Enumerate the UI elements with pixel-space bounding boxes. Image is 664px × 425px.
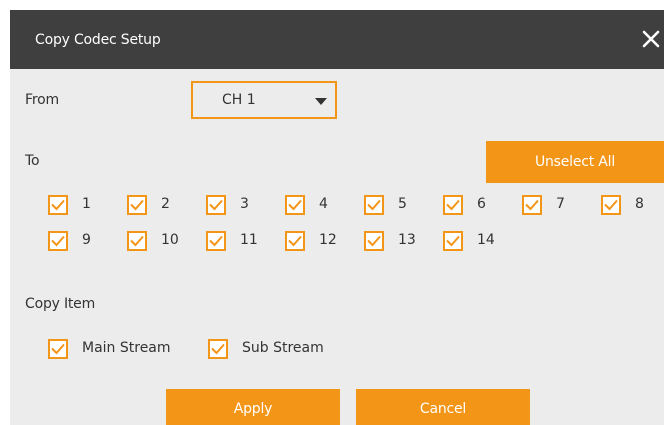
checkmark-icon	[446, 199, 460, 211]
channel-5-label: 5	[398, 196, 407, 212]
to-label: To	[25, 153, 40, 169]
checkmark-icon	[446, 235, 460, 247]
cancel-button[interactable]: Cancel	[356, 389, 530, 425]
channel-9-label: 9	[82, 232, 91, 248]
checkmark-icon	[209, 199, 223, 211]
checkmark-icon	[367, 235, 381, 247]
channel-10-label: 10	[161, 232, 179, 248]
channel-7-checkbox[interactable]	[522, 195, 542, 215]
channel-7-label: 7	[556, 196, 565, 212]
channel-2-label: 2	[161, 196, 170, 212]
channel-9-checkbox[interactable]	[48, 231, 68, 251]
close-icon[interactable]	[638, 26, 664, 52]
from-channel-value: CH 1	[222, 92, 256, 108]
channel-6-label: 6	[477, 196, 486, 212]
copy-item-label: Copy Item	[25, 296, 96, 312]
channel-11-checkbox[interactable]	[206, 231, 226, 251]
channel-11-label: 11	[240, 232, 258, 248]
checkmark-icon	[525, 199, 539, 211]
main-stream-label: Main Stream	[82, 340, 171, 356]
checkmark-icon	[209, 235, 223, 247]
checkmark-icon	[367, 199, 381, 211]
channel-6-checkbox[interactable]	[443, 195, 463, 215]
sub-stream-label: Sub Stream	[242, 340, 324, 356]
channel-8-checkbox[interactable]	[601, 195, 621, 215]
channel-2-checkbox[interactable]	[127, 195, 147, 215]
checkmark-icon	[130, 235, 144, 247]
channel-13-label: 13	[398, 232, 416, 248]
checkmark-icon	[288, 235, 302, 247]
dialog-title: Copy Codec Setup	[35, 32, 161, 48]
channel-12-checkbox[interactable]	[285, 231, 305, 251]
checkmark-icon	[604, 199, 618, 211]
checkmark-icon	[51, 199, 65, 211]
channel-4-checkbox[interactable]	[285, 195, 305, 215]
channel-13-checkbox[interactable]	[364, 231, 384, 251]
channel-1-label: 1	[82, 196, 91, 212]
channel-12-label: 12	[319, 232, 337, 248]
chevron-down-icon	[315, 98, 327, 105]
channel-3-label: 3	[240, 196, 249, 212]
main-stream-checkbox[interactable]	[48, 339, 68, 359]
checkmark-icon	[51, 343, 65, 355]
apply-button[interactable]: Apply	[166, 389, 340, 425]
dialog-titlebar: Copy Codec Setup	[10, 10, 664, 69]
copy-codec-dialog: Copy Codec Setup From CH 1 To Unselect A…	[10, 10, 664, 425]
channel-14-label: 14	[477, 232, 495, 248]
checkmark-icon	[211, 343, 225, 355]
channel-14-checkbox[interactable]	[443, 231, 463, 251]
checkmark-icon	[130, 199, 144, 211]
unselect-all-button[interactable]: Unselect All	[486, 141, 664, 183]
channel-8-label: 8	[635, 196, 644, 212]
channel-5-checkbox[interactable]	[364, 195, 384, 215]
channel-10-checkbox[interactable]	[127, 231, 147, 251]
channel-3-checkbox[interactable]	[206, 195, 226, 215]
checkmark-icon	[288, 199, 302, 211]
from-channel-select[interactable]: CH 1	[191, 81, 337, 119]
from-label: From	[25, 92, 59, 108]
checkmark-icon	[51, 235, 65, 247]
sub-stream-checkbox[interactable]	[208, 339, 228, 359]
channel-4-label: 4	[319, 196, 328, 212]
channel-1-checkbox[interactable]	[48, 195, 68, 215]
